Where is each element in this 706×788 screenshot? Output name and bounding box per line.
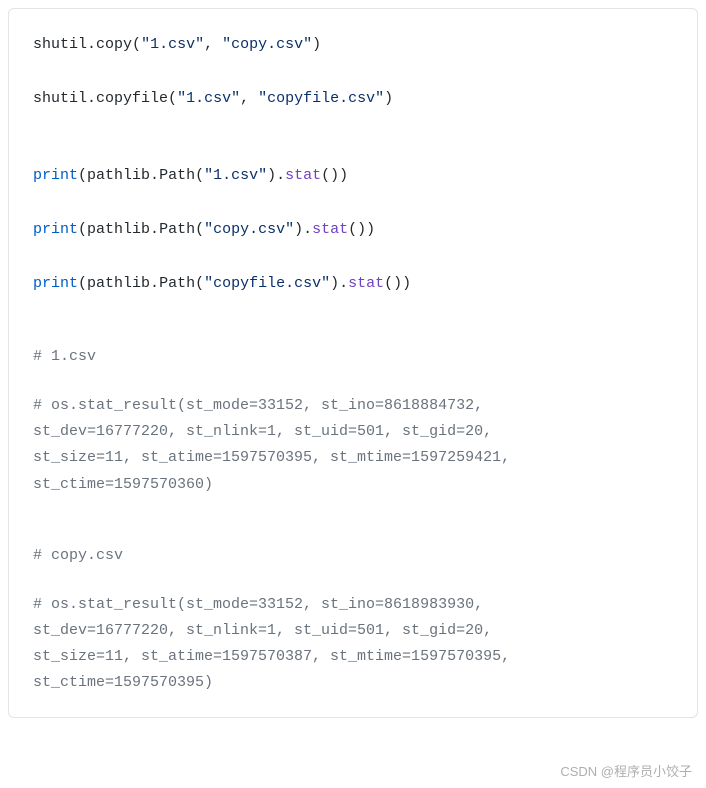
blank-line: [33, 299, 673, 344]
method-call: stat: [312, 221, 348, 238]
blank-line: [33, 191, 673, 214]
punct: ()): [384, 275, 411, 292]
builtin: print: [33, 221, 78, 238]
punct: ): [312, 36, 321, 53]
class-name: Path: [159, 167, 195, 184]
punct: (: [195, 275, 204, 292]
identifier: pathlib: [87, 167, 150, 184]
string: "copy.csv": [204, 221, 294, 238]
identifier: pathlib: [87, 221, 150, 238]
punct: (: [168, 90, 177, 107]
punct: ).: [330, 275, 348, 292]
class-name: Path: [159, 221, 195, 238]
builtin: print: [33, 275, 78, 292]
comment-line: # os.stat_result(st_mode=33152, st_ino=8…: [33, 592, 673, 618]
comment-header: # 1.csv: [33, 344, 673, 370]
punct: ).: [294, 221, 312, 238]
punct: (: [195, 167, 204, 184]
punct: .: [87, 90, 96, 107]
blank-line: [33, 61, 673, 84]
blank-line: [33, 498, 673, 543]
punct: ): [384, 90, 393, 107]
string: "copyfile.csv": [204, 275, 330, 292]
identifier: shutil: [33, 36, 87, 53]
punct: (: [78, 221, 87, 238]
blank-line: [33, 115, 673, 160]
class-name: Path: [159, 275, 195, 292]
punct: .: [150, 221, 159, 238]
comment-line: st_dev=16777220, st_nlink=1, st_uid=501,…: [33, 419, 673, 445]
punct: ()): [321, 167, 348, 184]
punct: (: [78, 167, 87, 184]
code-line: print(pathlib.Path("copyfile.csv").stat(…: [33, 268, 673, 300]
punct: ).: [267, 167, 285, 184]
builtin: print: [33, 167, 78, 184]
comment-section: # 1.csv # os.stat_result(st_mode=33152, …: [33, 344, 673, 498]
comment-line: st_dev=16777220, st_nlink=1, st_uid=501,…: [33, 618, 673, 644]
punct: (: [132, 36, 141, 53]
blank-line: [33, 245, 673, 268]
punct: ,: [240, 90, 258, 107]
punct: ,: [204, 36, 222, 53]
string: "copy.csv": [222, 36, 312, 53]
method-call: stat: [348, 275, 384, 292]
punct: ()): [348, 221, 375, 238]
comment-line: st_size=11, st_atime=1597570395, st_mtim…: [33, 445, 673, 471]
code-line: print(pathlib.Path("1.csv").stat()): [33, 160, 673, 192]
watermark: CSDN @程序员小饺子: [560, 761, 692, 780]
comment-line: # os.stat_result(st_mode=33152, st_ino=8…: [33, 393, 673, 419]
punct: (: [78, 275, 87, 292]
identifier: shutil: [33, 90, 87, 107]
string: "copyfile.csv": [258, 90, 384, 107]
blank-line: [33, 569, 673, 592]
comment-header: # copy.csv: [33, 543, 673, 569]
code-line: shutil.copyfile("1.csv", "copyfile.csv"): [33, 83, 673, 115]
method-name: copy: [96, 36, 132, 53]
method-name: copyfile: [96, 90, 168, 107]
code-line: print(pathlib.Path("copy.csv").stat()): [33, 214, 673, 246]
comment-line: st_ctime=1597570360): [33, 472, 673, 498]
comment-section: # copy.csv # os.stat_result(st_mode=3315…: [33, 543, 673, 697]
punct: (: [195, 221, 204, 238]
identifier: pathlib: [87, 275, 150, 292]
code-block: shutil.copy("1.csv", "copy.csv") shutil.…: [8, 8, 698, 718]
string: "1.csv": [177, 90, 240, 107]
string: "1.csv": [204, 167, 267, 184]
punct: .: [87, 36, 96, 53]
string: "1.csv": [141, 36, 204, 53]
blank-line: [33, 370, 673, 393]
comment-line: st_size=11, st_atime=1597570387, st_mtim…: [33, 644, 673, 670]
punct: .: [150, 275, 159, 292]
code-line: shutil.copy("1.csv", "copy.csv"): [33, 29, 673, 61]
method-call: stat: [285, 167, 321, 184]
comment-line: st_ctime=1597570395): [33, 670, 673, 696]
punct: .: [150, 167, 159, 184]
